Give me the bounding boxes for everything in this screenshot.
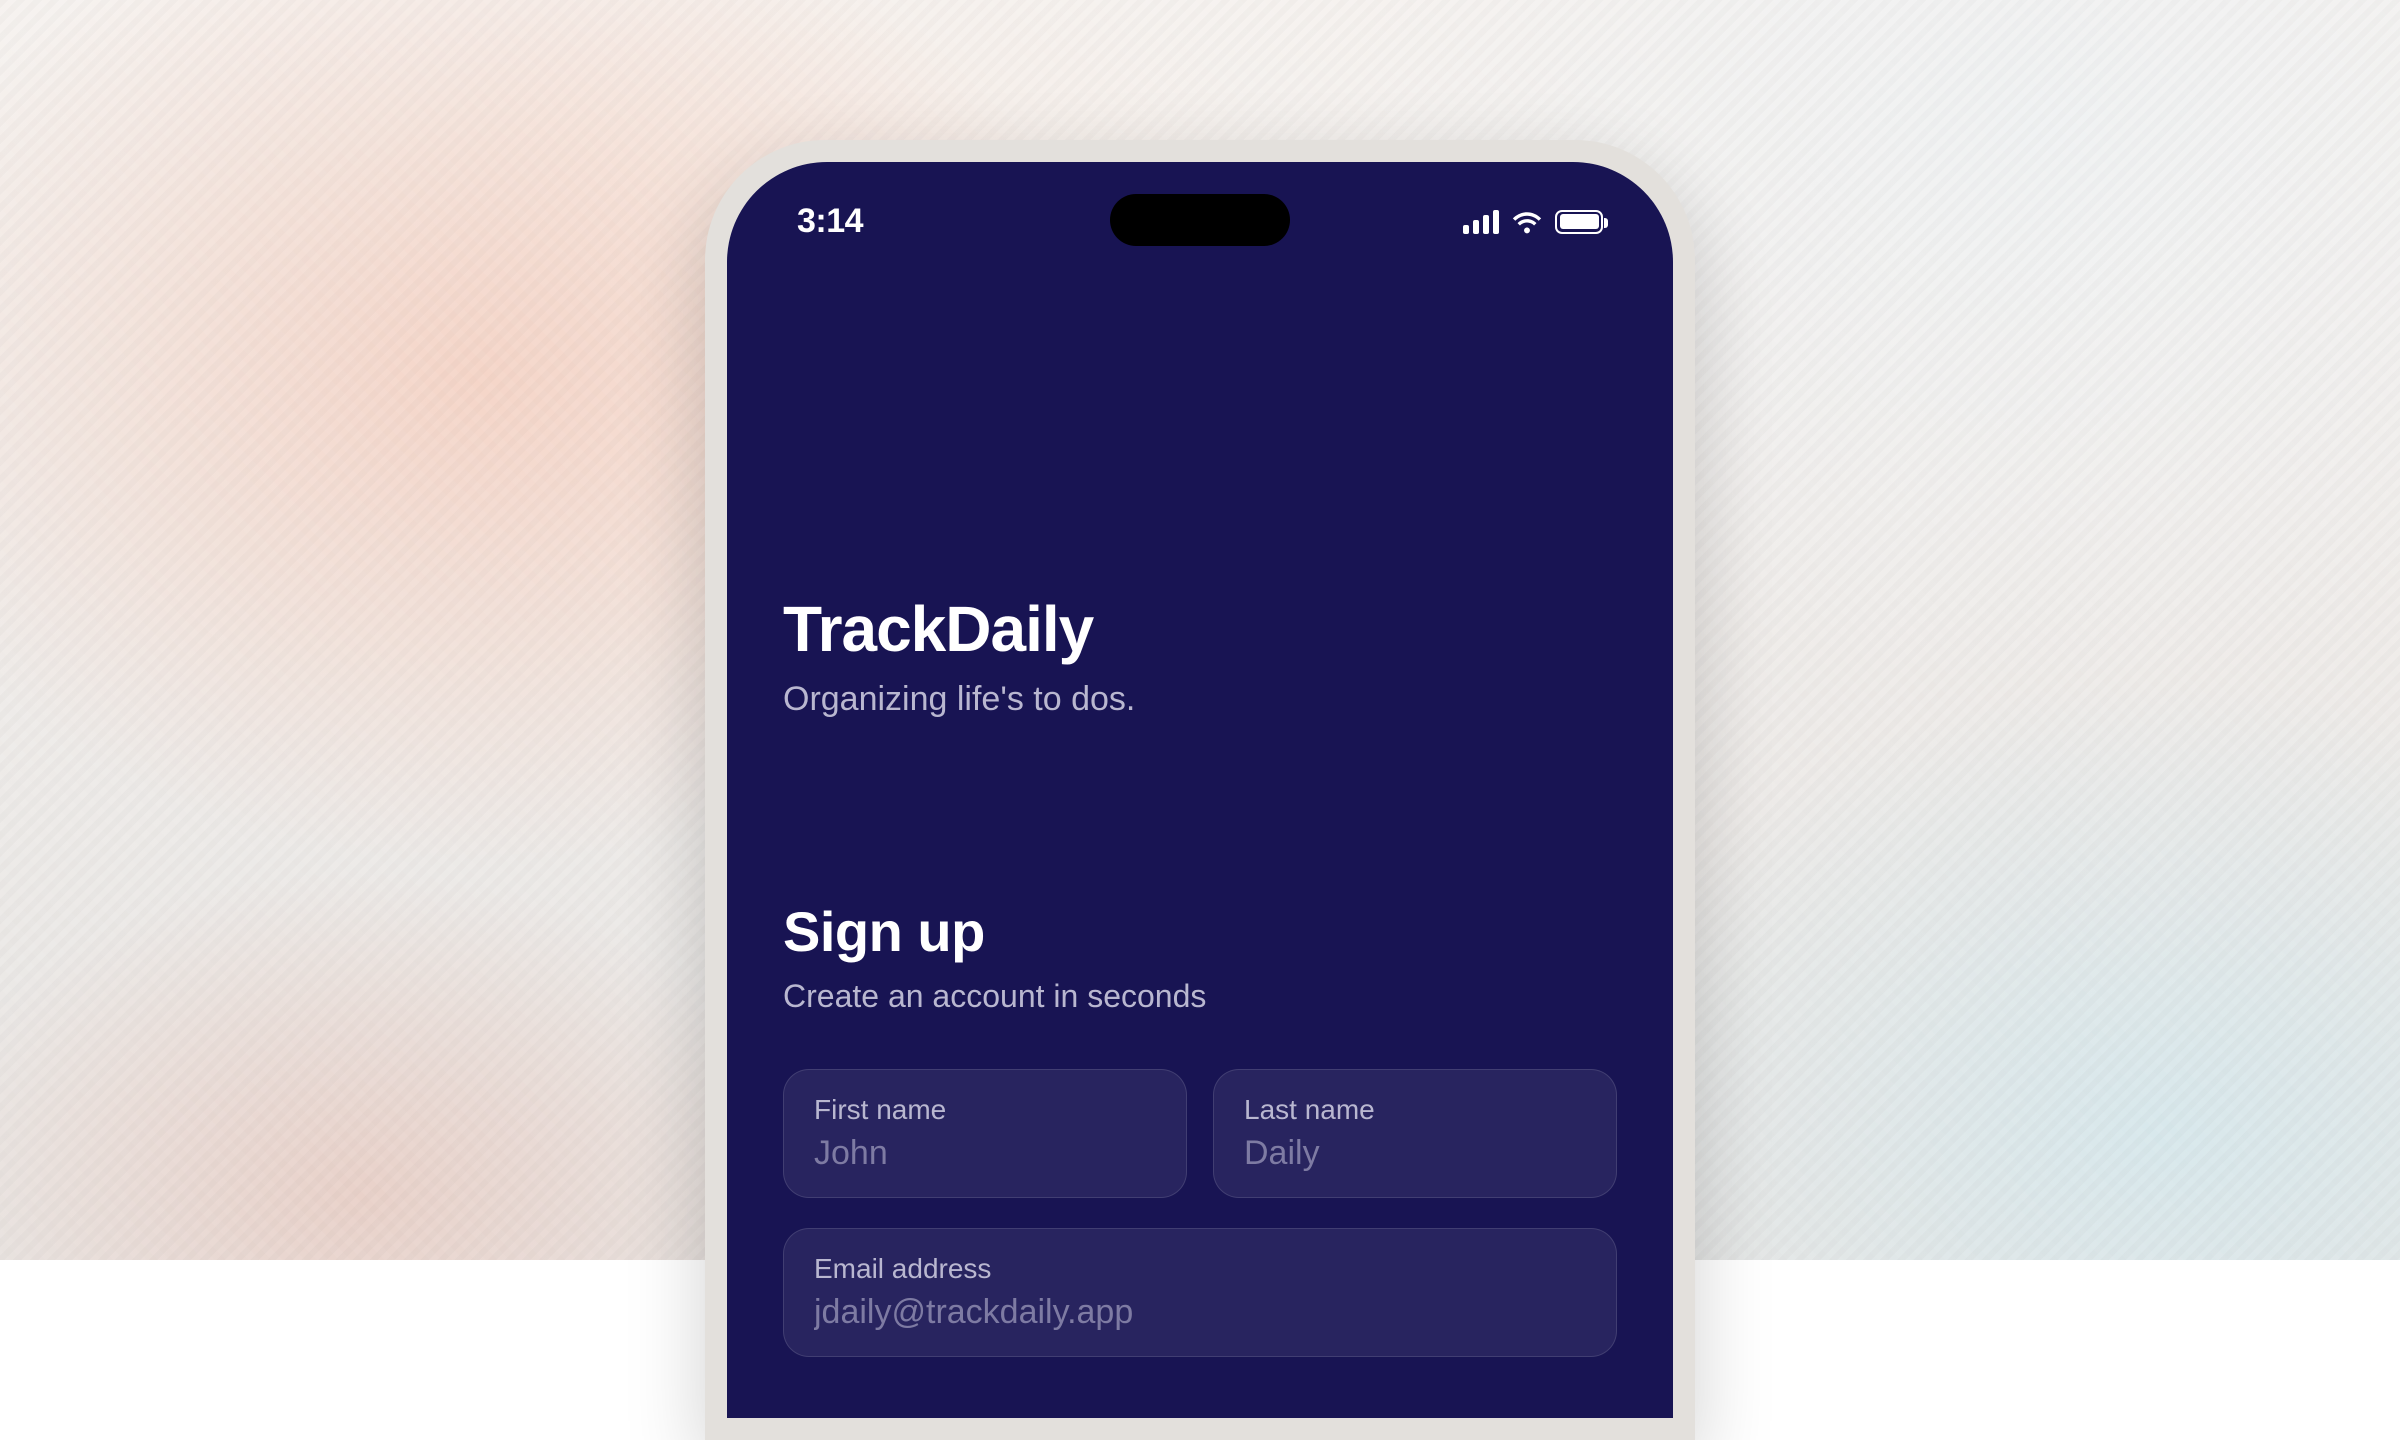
last-name-field[interactable]: Last name bbox=[1213, 1069, 1617, 1198]
email-label: Email address bbox=[814, 1253, 1586, 1285]
first-name-label: First name bbox=[814, 1094, 1156, 1126]
app-title: TrackDaily bbox=[783, 592, 1617, 666]
name-fields-row: First name Last name bbox=[783, 1069, 1617, 1198]
status-time: 3:14 bbox=[797, 202, 863, 241]
first-name-field[interactable]: First name bbox=[783, 1069, 1187, 1198]
signup-subheading: Create an account in seconds bbox=[783, 978, 1617, 1015]
email-field[interactable]: Email address bbox=[783, 1228, 1617, 1357]
status-bar: 3:14 bbox=[727, 202, 1673, 241]
last-name-label: Last name bbox=[1244, 1094, 1586, 1126]
signup-heading: Sign up bbox=[783, 899, 1617, 964]
status-right bbox=[1463, 210, 1603, 234]
last-name-input[interactable] bbox=[1244, 1134, 1586, 1173]
email-input[interactable] bbox=[814, 1293, 1586, 1332]
wifi-icon bbox=[1511, 210, 1543, 234]
content: TrackDaily Organizing life's to dos. Sig… bbox=[783, 592, 1617, 1357]
cellular-signal-icon bbox=[1463, 210, 1499, 234]
phone-frame: 3:14 TrackDaily Organizing life's to dos… bbox=[705, 140, 1695, 1440]
first-name-input[interactable] bbox=[814, 1134, 1156, 1173]
phone-screen: 3:14 TrackDaily Organizing life's to dos… bbox=[727, 162, 1673, 1418]
battery-icon bbox=[1555, 210, 1603, 234]
app-tagline: Organizing life's to dos. bbox=[783, 680, 1617, 719]
